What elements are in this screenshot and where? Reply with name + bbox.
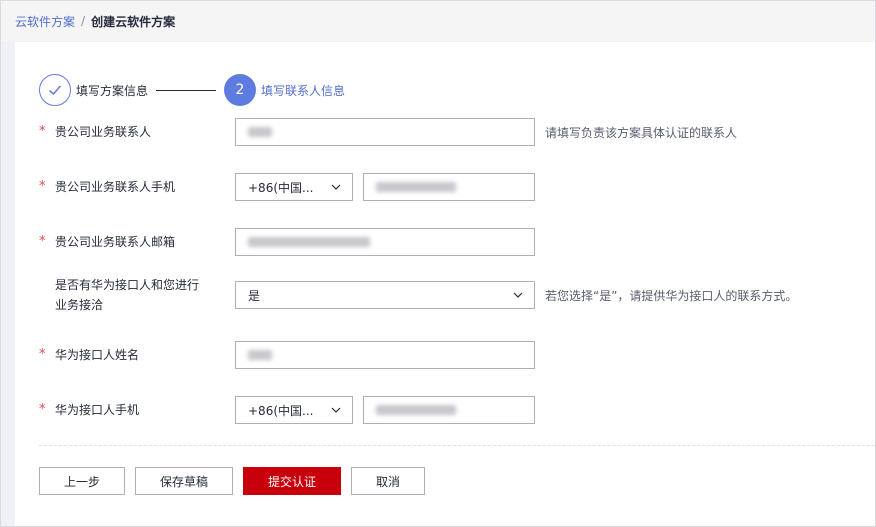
breadcrumb-separator: / bbox=[81, 14, 86, 28]
breadcrumb: 云软件方案 / 创建云软件方案 bbox=[1, 1, 875, 41]
contact-name-input[interactable] bbox=[235, 118, 535, 146]
step-2-circle: 2 bbox=[224, 74, 257, 106]
required-mark: * bbox=[39, 402, 46, 417]
contact-name-label: * 贵公司业务联系人 bbox=[39, 122, 235, 142]
interface-name-row: * 华为接口人姓名 bbox=[39, 341, 839, 369]
save-draft-button[interactable]: 保存草稿 bbox=[135, 467, 233, 495]
redacted-value bbox=[376, 182, 456, 192]
contact-name-hint: 请填写负责该方案具体认证的联系人 bbox=[545, 125, 738, 140]
chevron-down-icon bbox=[513, 292, 523, 298]
check-icon bbox=[49, 85, 62, 96]
breadcrumb-parent-link[interactable]: 云软件方案 bbox=[15, 13, 75, 30]
step-2-label: 填写联系人信息 bbox=[261, 83, 346, 98]
interface-phone-country-select[interactable]: +86(中国... bbox=[235, 396, 353, 424]
form-card: 填写方案信息 2 填写联系人信息 * 贵公司业务联系人 请填写负责该方案具体认证… bbox=[15, 42, 875, 526]
contact-phone-row: * 贵公司业务联系人手机 +86(中国... bbox=[39, 173, 839, 201]
required-mark: * bbox=[39, 234, 46, 249]
cancel-button[interactable]: 取消 bbox=[351, 467, 425, 495]
interface-name-input[interactable] bbox=[235, 341, 535, 369]
interface-phone-label: * 华为接口人手机 bbox=[39, 400, 235, 420]
form-divider bbox=[39, 445, 875, 446]
contact-email-row: * 贵公司业务联系人邮箱 bbox=[39, 228, 839, 256]
interface-phone-input[interactable] bbox=[363, 396, 535, 424]
step-indicator: 填写方案信息 2 填写联系人信息 bbox=[39, 74, 345, 106]
breadcrumb-current: 创建云软件方案 bbox=[91, 14, 176, 29]
has-interface-select[interactable]: 是 bbox=[235, 281, 535, 309]
interface-phone-row: * 华为接口人手机 +86(中国... bbox=[39, 396, 839, 424]
interface-name-label: * 华为接口人姓名 bbox=[39, 345, 235, 365]
chevron-down-icon bbox=[331, 407, 341, 413]
required-mark: * bbox=[39, 124, 46, 139]
contact-phone-input[interactable] bbox=[363, 173, 535, 201]
contact-email-input[interactable] bbox=[235, 228, 535, 256]
has-interface-hint: 若您选择“是”，请提供华为接口人的联系方式。 bbox=[545, 288, 798, 303]
contact-email-label: * 贵公司业务联系人邮箱 bbox=[39, 232, 235, 252]
prev-step-button[interactable]: 上一步 bbox=[39, 467, 125, 495]
step-1-circle bbox=[39, 74, 71, 106]
submit-button[interactable]: 提交认证 bbox=[243, 467, 341, 495]
redacted-value bbox=[248, 350, 272, 360]
page-frame: 云软件方案 / 创建云软件方案 填写方案信息 2 填写联系人信息 * 贵公司业务… bbox=[0, 0, 876, 527]
contact-name-row: * 贵公司业务联系人 请填写负责该方案具体认证的联系人 bbox=[39, 118, 839, 146]
step-connector bbox=[156, 89, 217, 91]
required-mark: * bbox=[39, 347, 46, 362]
required-mark: * bbox=[39, 179, 46, 194]
step-1-label: 填写方案信息 bbox=[76, 83, 149, 98]
redacted-value bbox=[248, 127, 272, 137]
chevron-down-icon bbox=[331, 184, 341, 190]
has-interface-row: 是否有华为接口人和您进行 业务接洽 是 若您选择“是”，请提供华为接口人的联系方… bbox=[39, 275, 839, 315]
has-interface-label: 是否有华为接口人和您进行 业务接洽 bbox=[55, 278, 200, 312]
contact-phone-label: * 贵公司业务联系人手机 bbox=[39, 177, 235, 197]
contact-phone-country-select[interactable]: +86(中国... bbox=[235, 173, 353, 201]
redacted-value bbox=[376, 405, 456, 415]
redacted-value bbox=[248, 237, 370, 247]
